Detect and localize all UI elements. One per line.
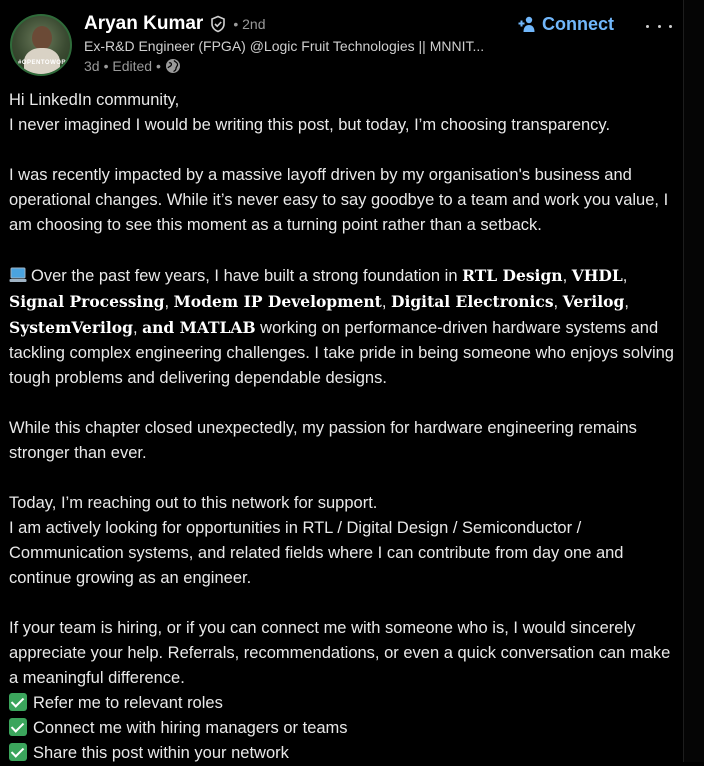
- paragraph-opportunities: I am actively looking for opportunities …: [9, 519, 624, 587]
- check-mark-emoji-icon: [9, 718, 27, 736]
- list-item: Connect me with hiring managers or teams: [9, 716, 679, 741]
- more-dots-icon[interactable]: [646, 18, 672, 34]
- post-time: 3d: [84, 58, 100, 74]
- paragraph-layoff: I was recently impacted by a massive lay…: [9, 166, 669, 234]
- connection-degree: • 2nd: [233, 16, 266, 32]
- greeting: Hi LinkedIn community,: [9, 91, 180, 109]
- author-name[interactable]: Aryan Kumar: [84, 13, 203, 35]
- edited-label: • Edited •: [103, 58, 161, 74]
- connect-button[interactable]: Connect: [518, 12, 614, 36]
- check-mark-emoji-icon: [9, 693, 27, 711]
- open-to-work-badge: #OPENTOWORK: [18, 60, 72, 66]
- author-headline: Ex-R&D Engineer (FPGA) @Logic Fruit Tech…: [84, 38, 485, 54]
- paragraph-skills: Over the past few years, I have built a …: [9, 266, 674, 387]
- post-body: Hi LinkedIn community, I never imagined …: [9, 88, 679, 766]
- paragraph-passion: While this chapter closed unexpectedly, …: [9, 419, 637, 462]
- check-mark-emoji-icon: [9, 743, 27, 761]
- avatar-head: [32, 26, 52, 50]
- post-header: #OPENTOWORK Aryan Kumar • 2nd Ex-R&D Eng…: [10, 12, 680, 76]
- paragraph-support: Today, I’m reaching out to this network …: [9, 494, 378, 512]
- author-name-row: Aryan Kumar • 2nd: [84, 12, 265, 36]
- globe-icon: [165, 59, 180, 73]
- paragraph-hiring: If your team is hiring, or if you can co…: [9, 619, 671, 687]
- avatar[interactable]: #OPENTOWORK: [10, 14, 72, 76]
- verified-shield-icon: [211, 15, 226, 33]
- list-item: Refer me to relevant roles: [9, 691, 679, 716]
- laptop-emoji-icon: [9, 267, 27, 282]
- connect-label: Connect: [542, 13, 614, 34]
- scroll-edge: [683, 0, 704, 762]
- intro-line: I never imagined I would be writing this…: [9, 116, 611, 134]
- post-card: #OPENTOWORK Aryan Kumar • 2nd Ex-R&D Eng…: [0, 0, 683, 762]
- list-item: Share this post within your network: [9, 741, 679, 766]
- add-person-icon: [518, 16, 535, 32]
- post-meta: 3d • Edited •: [84, 57, 181, 75]
